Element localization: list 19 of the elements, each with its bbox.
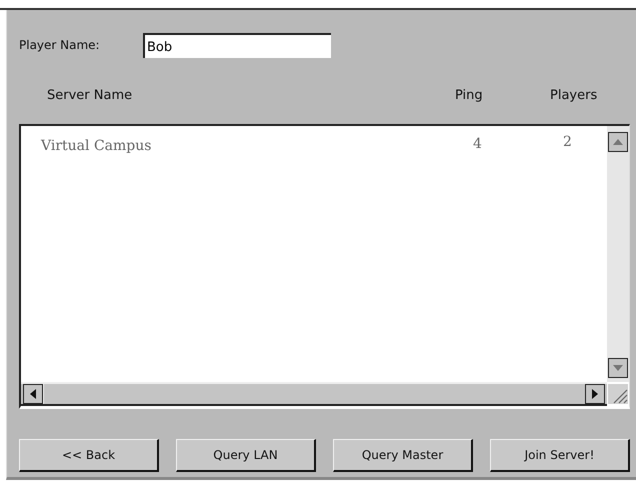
scroll-up-icon[interactable]: [608, 132, 628, 152]
ping-cell-text: 4: [473, 135, 483, 154]
horizontal-scrollbar[interactable]: [21, 382, 607, 406]
dialog-button[interactable]: Query Master: [333, 439, 473, 472]
dialog-button[interactable]: Join Server!: [490, 439, 630, 472]
vertical-scrollbar[interactable]: [607, 126, 629, 382]
player-name-field[interactable]: Bob: [143, 32, 331, 58]
players-cell-text: 2: [563, 134, 573, 152]
player-name-label: Player Name:: [19, 38, 101, 52]
dialog-button[interactable]: << Back: [19, 439, 159, 472]
column-header: Ping: [455, 88, 484, 105]
scroll-down-icon[interactable]: [608, 358, 628, 378]
dialog-button[interactable]: Query LAN: [176, 439, 316, 472]
resize-grip-icon[interactable]: [608, 384, 628, 404]
server-name-cell[interactable]: Virtual Campus: [21, 134, 473, 154]
scroll-left-icon[interactable]: [23, 384, 43, 404]
scroll-right-icon[interactable]: [585, 384, 605, 404]
column-header: Server Name: [46, 88, 134, 105]
column-header: Players: [550, 88, 598, 105]
